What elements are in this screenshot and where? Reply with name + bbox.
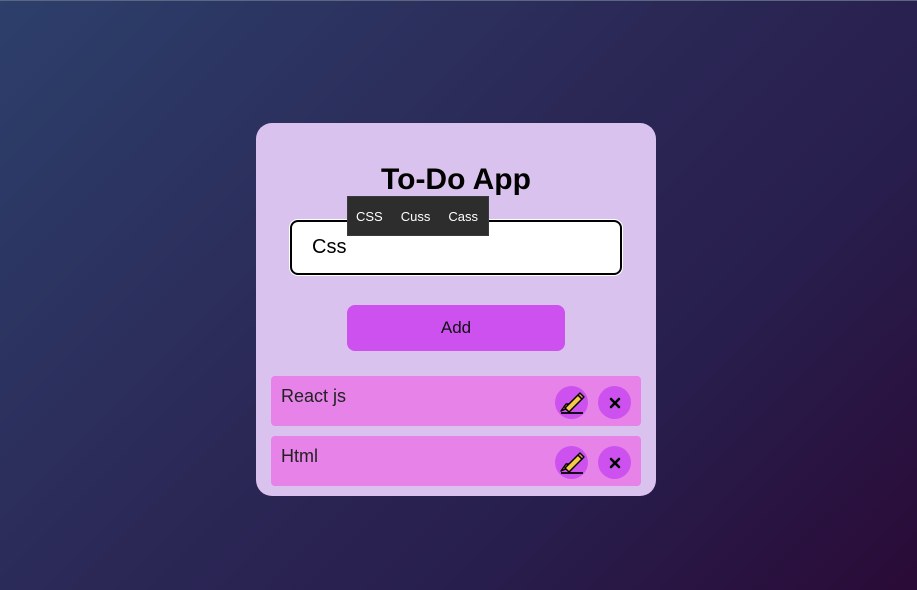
autocomplete-popup: CSS Cuss Cass (347, 196, 489, 236)
todo-text: Html (281, 446, 318, 466)
delete-button[interactable] (598, 446, 631, 479)
edit-button[interactable] (555, 386, 588, 419)
todo-item: Html (271, 436, 641, 486)
close-x-icon (609, 457, 620, 468)
delete-button[interactable] (598, 386, 631, 419)
add-button[interactable]: Add (347, 305, 565, 351)
pencil-writing-icon (559, 451, 585, 474)
app-title: To-Do App (381, 163, 531, 196)
close-x-icon (609, 397, 620, 408)
todo-item: React js (271, 376, 641, 426)
pencil-writing-icon (559, 391, 585, 414)
todo-card: To-Do App CSS Cuss Cass Add React js Htm… (256, 123, 656, 496)
window-top-border (0, 0, 917, 1)
suggestion-item[interactable]: CSS (356, 209, 383, 224)
todo-text: React js (281, 386, 347, 406)
suggestion-item[interactable]: Cass (448, 209, 478, 224)
edit-button[interactable] (555, 446, 588, 479)
suggestion-item[interactable]: Cuss (401, 209, 431, 224)
